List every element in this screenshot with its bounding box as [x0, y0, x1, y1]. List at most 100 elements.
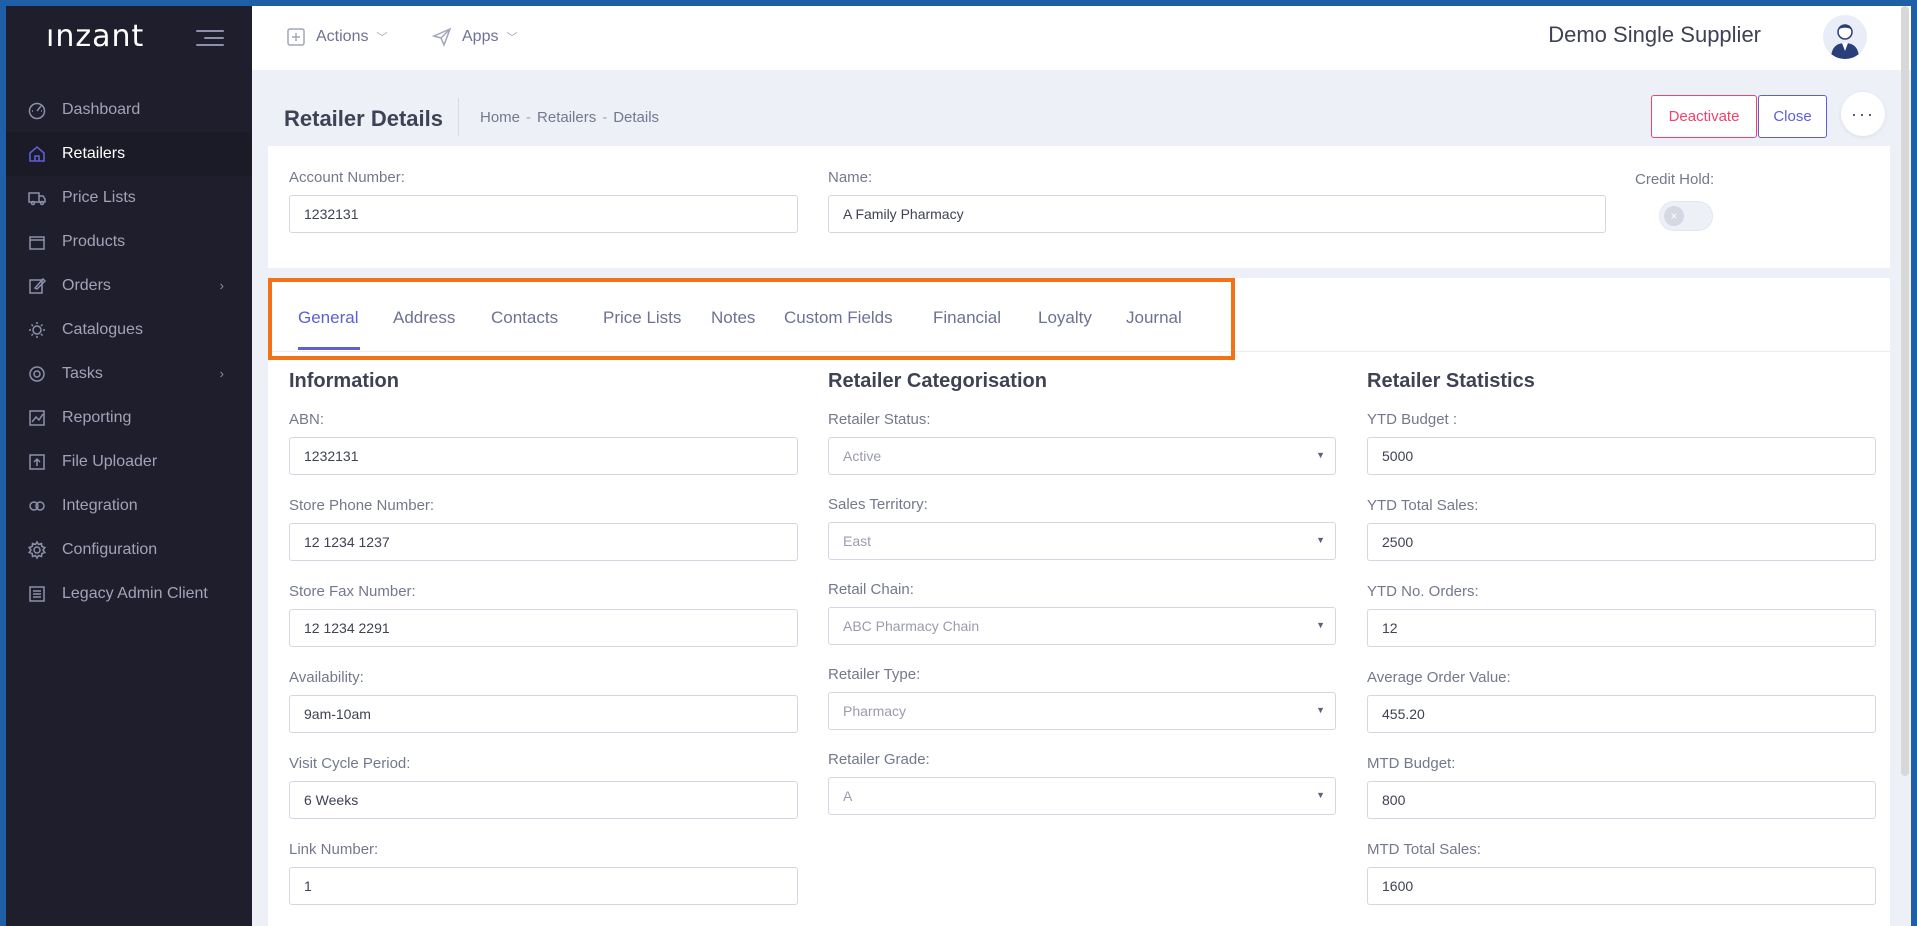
sidebar-item-label: Products: [62, 233, 126, 250]
user-avatar-icon: [1823, 15, 1867, 59]
active-tab-indicator: [298, 347, 360, 350]
mtd-budget-label: MTD Budget:: [1367, 755, 1456, 772]
average-order-value-field[interactable]: 455.20: [1367, 695, 1876, 733]
sidebar-item-label: Tasks: [62, 365, 103, 382]
sidebar-item-catalogues[interactable]: Catalogues: [6, 308, 252, 352]
sidebar-item-price-lists[interactable]: Price Lists: [6, 176, 252, 220]
categorisation-title: Retailer Categorisation: [828, 370, 1047, 392]
logo: ınzant: [46, 19, 145, 54]
ytd-budget-field[interactable]: 5000: [1367, 437, 1876, 475]
sidebar-item-label: Dashboard: [62, 101, 141, 118]
caret-down-icon: ▼: [1316, 620, 1325, 630]
dashboard-icon: [26, 99, 48, 121]
tab-financial[interactable]: Financial: [933, 308, 1001, 328]
sidebar-item-tasks[interactable]: Tasks ›: [6, 352, 252, 396]
retailer-status-value: Active: [843, 448, 882, 464]
account-number-label: Account Number:: [289, 169, 405, 186]
upload-icon: [26, 451, 48, 473]
sales-territory-select[interactable]: East ▼: [828, 522, 1336, 560]
retailer-grade-select[interactable]: A ▼: [828, 777, 1336, 815]
sidebar-item-label: Price Lists: [62, 189, 136, 206]
store-phone-field[interactable]: 12 1234 1237: [289, 523, 798, 561]
tab-custom-fields[interactable]: Custom Fields: [784, 308, 893, 328]
breadcrumb-retailers[interactable]: Retailers: [537, 109, 596, 126]
sidebar-item-label: File Uploader: [62, 453, 158, 470]
mtd-total-sales-label: MTD Total Sales:: [1367, 841, 1481, 858]
close-button[interactable]: Close: [1758, 95, 1827, 138]
tab-contacts[interactable]: Contacts: [491, 308, 558, 328]
supplier-name: Demo Single Supplier: [1548, 22, 1761, 47]
sidebar-item-integration[interactable]: Integration: [6, 484, 252, 528]
chevron-right-icon: ›: [219, 278, 224, 293]
apps-menu[interactable]: Apps ﹀: [432, 27, 517, 47]
tab-loyalty[interactable]: Loyalty: [1038, 308, 1092, 328]
abn-label: ABN:: [289, 411, 325, 428]
sales-territory-label: Sales Territory:: [828, 496, 928, 513]
abn-field[interactable]: 1232131: [289, 437, 798, 475]
sidebar-item-label: Reporting: [62, 409, 132, 426]
retailer-status-select[interactable]: Active ▼: [828, 437, 1336, 475]
integration-icon: [26, 495, 48, 517]
tab-address[interactable]: Address: [393, 308, 455, 328]
retail-chain-value: ABC Pharmacy Chain: [843, 618, 980, 634]
sidebar-item-configuration[interactable]: Configuration: [6, 528, 252, 572]
retailer-type-select[interactable]: Pharmacy ▼: [828, 692, 1336, 730]
breadcrumb-home[interactable]: Home: [480, 109, 520, 126]
truck-icon: [26, 187, 48, 209]
mtd-budget-field[interactable]: 800: [1367, 781, 1876, 819]
sidebar-item-reporting[interactable]: Reporting: [6, 396, 252, 440]
deactivate-button[interactable]: Deactivate: [1651, 95, 1757, 138]
actions-label: Actions: [316, 28, 369, 45]
home-icon: [26, 143, 48, 165]
sidebar-item-products[interactable]: Products: [6, 220, 252, 264]
tab-general[interactable]: General: [298, 308, 358, 328]
more-options-button[interactable]: ···: [1841, 92, 1885, 136]
visit-cycle-field[interactable]: 6 Weeks: [289, 781, 798, 819]
ytd-no-orders-label: YTD No. Orders:: [1367, 583, 1479, 600]
apps-label: Apps: [462, 28, 499, 45]
ytd-total-sales-label: YTD Total Sales:: [1367, 497, 1479, 514]
mtd-total-sales-field[interactable]: 1600: [1367, 867, 1876, 905]
subheader: Retailer Details Home - Retailers - Details …: [252, 70, 1911, 146]
tab-notes[interactable]: Notes: [711, 308, 755, 328]
retail-chain-select[interactable]: ABC Pharmacy Chain ▼: [828, 607, 1336, 645]
sidebar-item-label: Retailers: [62, 145, 126, 162]
ytd-total-sales-field[interactable]: 2500: [1367, 523, 1876, 561]
sidebar-item-file-uploader[interactable]: File Uploader: [6, 440, 252, 484]
chevron-down-icon: ﹀: [506, 32, 518, 44]
retailer-grade-value: A: [843, 788, 853, 804]
gear-icon: [26, 539, 48, 561]
account-number-field[interactable]: 1232131: [289, 195, 798, 233]
retailer-type-label: Retailer Type:: [828, 666, 921, 683]
information-title: Information: [289, 370, 399, 392]
sidebar-item-label: Integration: [62, 497, 138, 514]
store-fax-field[interactable]: 12 1234 2291: [289, 609, 798, 647]
actions-menu[interactable]: Actions ﹀: [286, 27, 387, 47]
sidebar-item-label: Orders: [62, 277, 111, 294]
sidebar-nav: Dashboard Retailers Price Lists Products…: [6, 88, 252, 616]
tab-price-lists[interactable]: Price Lists: [603, 308, 681, 328]
avatar[interactable]: [1823, 15, 1867, 59]
caret-down-icon: ▼: [1316, 705, 1325, 715]
sidebar-item-dashboard[interactable]: Dashboard: [6, 88, 252, 132]
close-icon: ×: [1664, 206, 1684, 226]
credit-hold-toggle[interactable]: ×: [1659, 201, 1713, 231]
sidebar-item-orders[interactable]: Orders ›: [6, 264, 252, 308]
retailer-type-value: Pharmacy: [843, 703, 907, 719]
menu-toggle-icon[interactable]: [196, 30, 224, 50]
credit-hold-label: Credit Hold:: [1635, 171, 1715, 188]
sidebar-item-retailers[interactable]: Retailers: [6, 132, 252, 176]
sidebar-item-legacy-admin-client[interactable]: Legacy Admin Client: [6, 572, 252, 616]
tab-journal[interactable]: Journal: [1126, 308, 1182, 328]
add-square-icon: [287, 28, 305, 46]
statistics-title: Retailer Statistics: [1367, 370, 1535, 392]
availability-field[interactable]: 9am-10am: [289, 695, 798, 733]
chart-icon: [26, 407, 48, 429]
caret-down-icon: ▼: [1316, 450, 1325, 460]
ytd-no-orders-field[interactable]: 12: [1367, 609, 1876, 647]
page-scrollbar[interactable]: [1901, 6, 1909, 776]
name-field[interactable]: A Family Pharmacy: [828, 195, 1606, 233]
app-window: ınzant Dashboard Retailers Price Lists P…: [6, 6, 1911, 926]
link-number-field[interactable]: 1: [289, 867, 798, 905]
retail-chain-label: Retail Chain:: [828, 581, 914, 598]
